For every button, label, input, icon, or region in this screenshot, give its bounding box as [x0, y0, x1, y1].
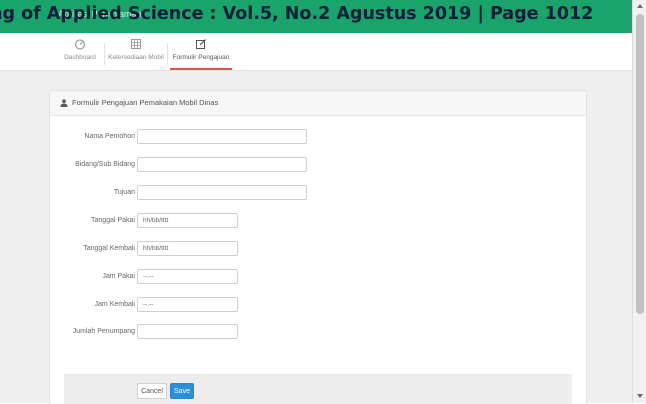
- form-panel: Formulir Pengajuan Pemakaian Mobil Dinas…: [49, 90, 587, 404]
- tujuan-input[interactable]: [137, 185, 307, 200]
- journal-watermark: ng of Applied Science : Vol.5, No.2 Agus…: [0, 2, 646, 26]
- save-button[interactable]: Save: [170, 383, 194, 399]
- nav-divider: [104, 43, 105, 65]
- edit-form-icon: [196, 39, 206, 49]
- field-label: Jam Pakai: [102, 273, 135, 280]
- nav-item-label: Formulir Pengajuan: [172, 54, 230, 61]
- field-label: Tujuan: [113, 189, 135, 196]
- nav-item-formulir-pengajuan[interactable]: Formulir Pengajuan: [170, 33, 232, 70]
- jam-kembali-input[interactable]: --.--: [137, 297, 238, 312]
- jam-pakai-input[interactable]: --.--: [137, 269, 238, 284]
- panel-title: Formulir Pengajuan Pemakaian Mobil Dinas: [72, 98, 219, 107]
- form-actions: Cancel Save: [64, 374, 572, 404]
- user-icon: [60, 99, 68, 107]
- page: Aplikasi Peminjaman Dashboard Ketersedia…: [0, 0, 632, 404]
- field-label: Jumlah Penumpang: [72, 328, 135, 335]
- watermark-text: ng of Applied Science : Vol.5, No.2 Agus…: [0, 4, 594, 24]
- panel-header: Formulir Pengajuan Pemakaian Mobil Dinas: [50, 91, 586, 116]
- bidang-sub-bidang-input[interactable]: [137, 157, 307, 172]
- nav-item-label: Ketersediaan Mobil: [108, 54, 164, 61]
- field-label: Bidang/Sub Bidang: [75, 161, 135, 168]
- cancel-button[interactable]: Cancel: [137, 383, 167, 399]
- tanggal-kembali-input[interactable]: hh/bb/tttt: [137, 241, 238, 256]
- vertical-scrollbar[interactable]: [632, 0, 646, 403]
- jumlah-penumpang-input[interactable]: [137, 324, 238, 339]
- field-label: Tanggal Pakai: [91, 217, 135, 224]
- field-label: Jam Kembali: [94, 301, 135, 308]
- dashboard-icon: [74, 39, 86, 50]
- tanggal-pakai-input[interactable]: hh/bb/tttt: [137, 213, 238, 228]
- nav-item-ketersediaan-mobil[interactable]: Ketersediaan Mobil: [107, 33, 165, 70]
- calendar-grid-icon: [131, 39, 141, 49]
- nama-pemohon-input[interactable]: [137, 129, 307, 144]
- scrollbar-thumb[interactable]: [636, 14, 644, 314]
- nav-item-dashboard[interactable]: Dashboard: [58, 33, 102, 70]
- field-label: Nama Pemohon: [84, 133, 135, 140]
- nav-item-label: Dashboard: [64, 54, 96, 61]
- field-label: Tanggal Kembali: [83, 245, 135, 252]
- scroll-down-arrow-icon[interactable]: [637, 394, 643, 398]
- nav-divider: [167, 43, 168, 65]
- top-nav: Dashboard Ketersediaan Mobil Formulir Pe…: [0, 33, 632, 71]
